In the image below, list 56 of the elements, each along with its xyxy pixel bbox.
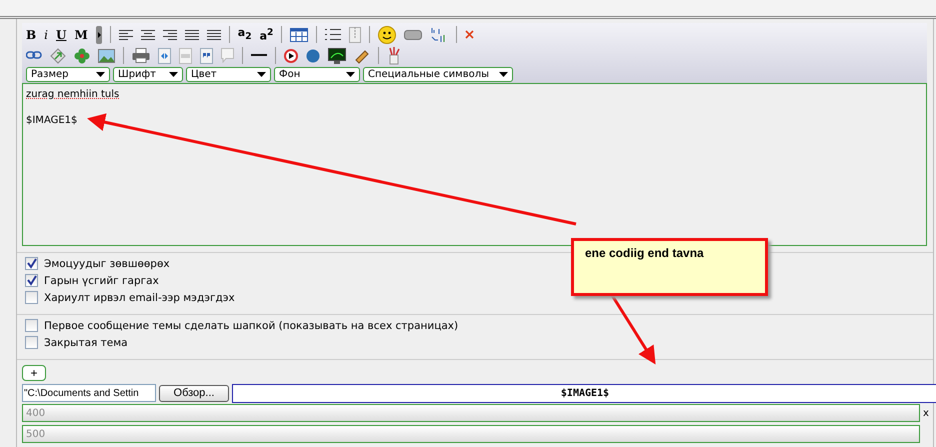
monitor-icon[interactable] bbox=[328, 48, 346, 64]
brush-cup-icon[interactable] bbox=[387, 46, 401, 64]
smiley-icon[interactable] bbox=[378, 26, 396, 44]
dropdown[interactable]: Специальные символы bbox=[363, 67, 513, 82]
pencil-icon[interactable] bbox=[354, 48, 370, 64]
checkbox[interactable] bbox=[25, 274, 38, 287]
dropdown[interactable]: Цвет bbox=[186, 67, 271, 82]
code-field[interactable]: $IMAGE1$ bbox=[232, 384, 936, 402]
format-button[interactable]: B bbox=[26, 28, 36, 42]
dropdown-caret-icon bbox=[346, 72, 355, 77]
format-button[interactable]: U bbox=[56, 28, 66, 42]
link-icon[interactable] bbox=[26, 51, 42, 60]
checkbox-label: Закрытая тема bbox=[44, 336, 128, 348]
align-icon[interactable] bbox=[140, 28, 155, 40]
checkbox-label: Гарын үсгийг гаргах bbox=[44, 274, 159, 286]
close-icon[interactable] bbox=[465, 30, 474, 39]
dropdown-caret-icon bbox=[169, 72, 178, 77]
dropdown[interactable]: Шрифт bbox=[113, 67, 183, 82]
align-icon[interactable] bbox=[184, 28, 199, 40]
quote-document-icon[interactable] bbox=[200, 48, 213, 64]
dropdown-caret-icon bbox=[96, 72, 105, 77]
script-button[interactable]: a$^{2}$ bbox=[260, 26, 274, 42]
checkbox-label: Первое сообщение темы сделать шапкой (показывать на всех страницах) bbox=[44, 320, 458, 332]
checkbox[interactable] bbox=[25, 291, 38, 304]
text-editor[interactable]: zurag nemhiin tuls $IMAGE1$ bbox=[22, 83, 927, 246]
dropdown[interactable]: Размер bbox=[26, 67, 110, 82]
dropdown-caret-icon bbox=[499, 72, 508, 77]
media-icon[interactable] bbox=[284, 48, 298, 62]
document-icon[interactable] bbox=[158, 48, 171, 64]
align-icon[interactable] bbox=[162, 28, 177, 40]
size-separator: x bbox=[923, 408, 929, 418]
checkbox[interactable] bbox=[25, 336, 38, 349]
printer-icon[interactable] bbox=[132, 48, 150, 63]
checkbox-label: Хариулт ирвэл email-ээр мэдэгдэх bbox=[44, 292, 235, 304]
indent-icon[interactable] bbox=[206, 28, 221, 40]
horizontal-rule-icon[interactable] bbox=[251, 54, 267, 57]
size-field[interactable]: 400 bbox=[22, 404, 920, 422]
checkbox[interactable] bbox=[25, 257, 38, 270]
dropdown-caret-icon bbox=[257, 72, 266, 77]
checkbox-label: Эмоцуудыг зөвшөөрөх bbox=[44, 258, 170, 270]
format-button[interactable]: i bbox=[44, 28, 48, 42]
checkbox[interactable] bbox=[25, 319, 38, 332]
callout-note: ene codiig end tavna bbox=[571, 238, 768, 296]
list-icon[interactable] bbox=[325, 28, 342, 41]
dropdown[interactable]: Фон bbox=[274, 67, 360, 82]
size-field[interactable]: 500 bbox=[22, 425, 920, 443]
browse-button[interactable]: Обзор... bbox=[159, 384, 229, 402]
file-path-field[interactable]: "C:\Documents and Settin bbox=[22, 384, 156, 402]
script-button[interactable]: a$_{2}$ bbox=[238, 26, 252, 43]
table-icon[interactable] bbox=[290, 28, 308, 42]
format-button[interactable]: M bbox=[74, 28, 88, 42]
add-button[interactable]: + bbox=[22, 365, 46, 381]
arrow-diamond-icon[interactable] bbox=[50, 48, 66, 64]
image-icon[interactable] bbox=[98, 48, 115, 62]
align-icon[interactable] bbox=[118, 28, 133, 40]
clover-icon[interactable] bbox=[74, 48, 90, 64]
